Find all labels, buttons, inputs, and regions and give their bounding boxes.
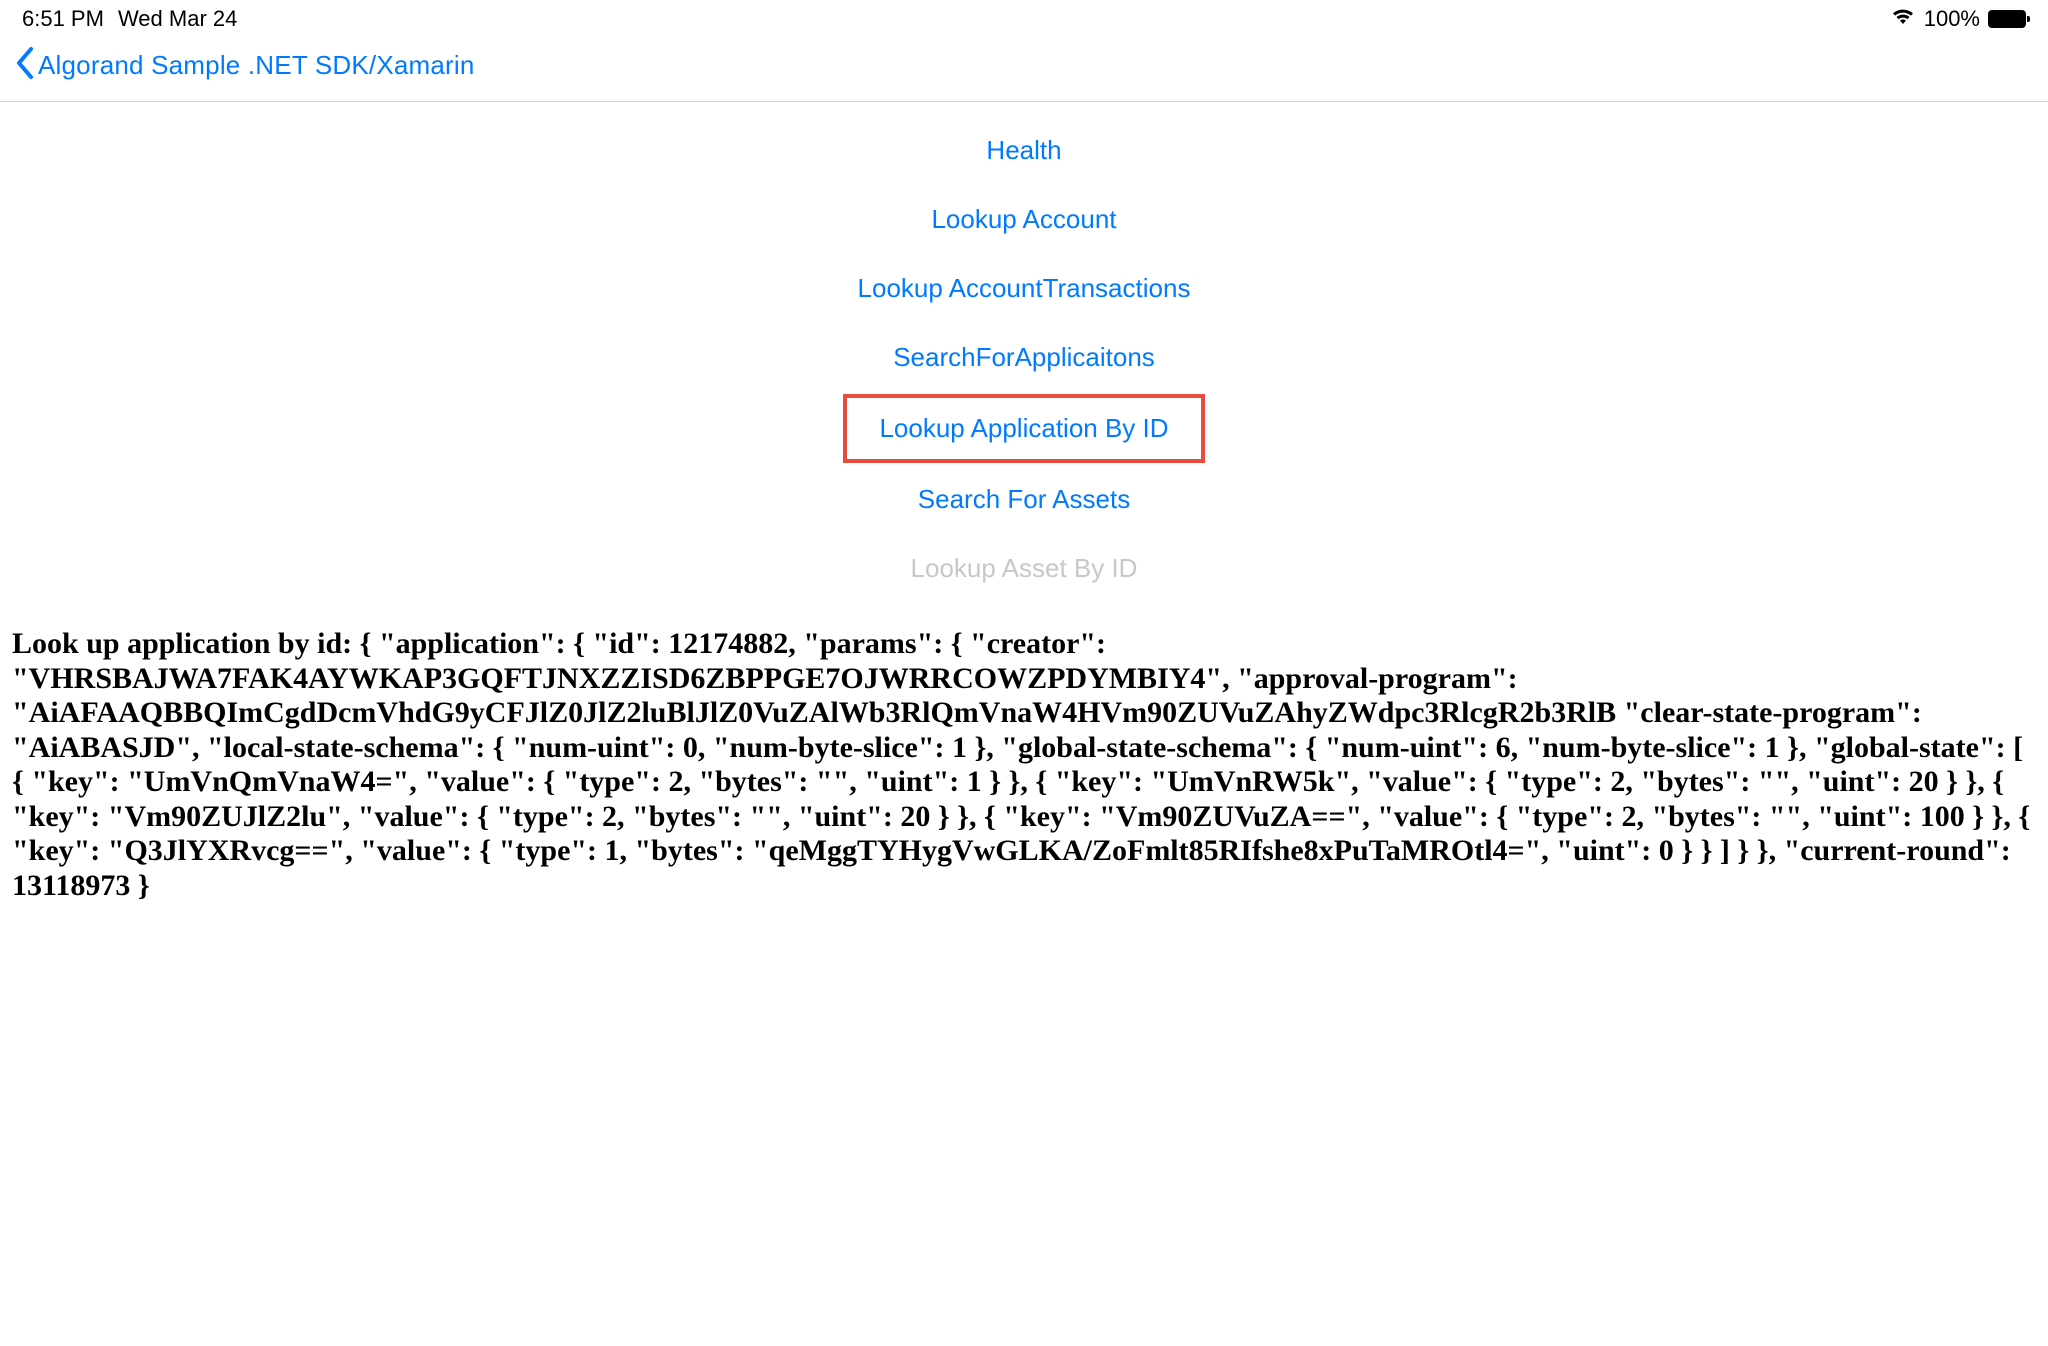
nav-bar: Algorand Sample .NET SDK/Xamarin	[0, 36, 2048, 102]
action-lookup-asset-by-id: Lookup Asset By ID	[887, 534, 1162, 603]
action-list: Health Lookup Account Lookup AccountTran…	[0, 116, 2048, 603]
action-search-for-assets[interactable]: Search For Assets	[894, 465, 1154, 534]
status-left: 6:51 PM Wed Mar 24	[22, 6, 237, 32]
status-time: 6:51 PM	[22, 6, 104, 32]
back-button[interactable]: Algorand Sample .NET SDK/Xamarin	[14, 46, 475, 85]
action-lookup-account[interactable]: Lookup Account	[907, 185, 1140, 254]
battery-percent: 100%	[1924, 6, 1980, 32]
nav-back-label: Algorand Sample .NET SDK/Xamarin	[38, 50, 475, 81]
status-right: 100%	[1890, 6, 2026, 32]
action-lookup-application-by-id[interactable]: Lookup Application By ID	[843, 394, 1204, 463]
chevron-left-icon	[14, 46, 36, 85]
action-lookup-account-transactions[interactable]: Lookup AccountTransactions	[834, 254, 1215, 323]
status-date: Wed Mar 24	[118, 6, 237, 32]
battery-icon	[1988, 10, 2026, 28]
status-bar: 6:51 PM Wed Mar 24 100%	[0, 0, 2048, 36]
result-text: Look up application by id: { "applicatio…	[0, 603, 2048, 903]
wifi-icon	[1890, 6, 1916, 32]
action-health[interactable]: Health	[962, 116, 1085, 185]
action-search-for-applications[interactable]: SearchForApplicaitons	[869, 323, 1179, 392]
content: Health Lookup Account Lookup AccountTran…	[0, 102, 2048, 903]
